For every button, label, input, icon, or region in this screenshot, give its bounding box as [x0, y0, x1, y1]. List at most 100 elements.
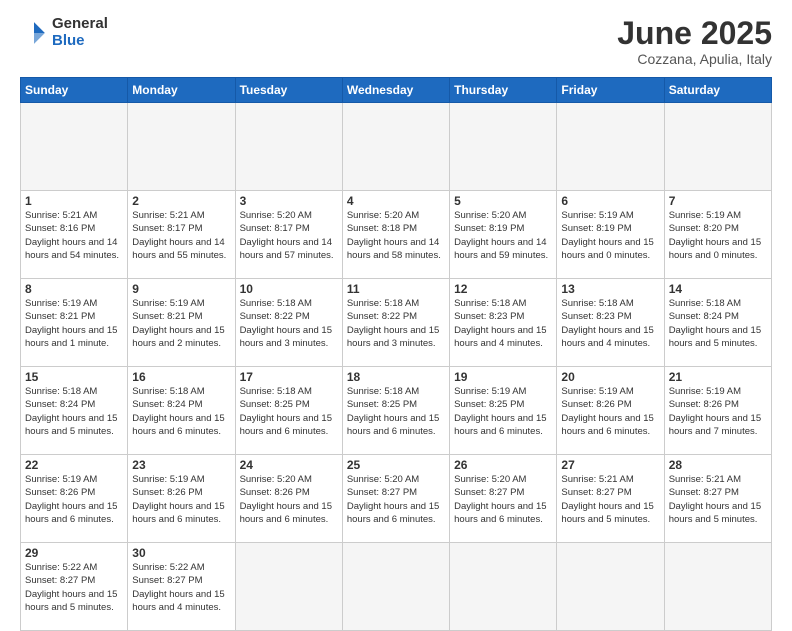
title-location: Cozzana, Apulia, Italy: [617, 51, 772, 67]
day-number: 8: [25, 282, 123, 296]
day-number: 27: [561, 458, 659, 472]
calendar-week-1: 1 Sunrise: 5:21 AM Sunset: 8:16 PM Dayli…: [21, 191, 772, 279]
day-detail: Sunrise: 5:21 AM Sunset: 8:17 PM Dayligh…: [132, 209, 230, 262]
calendar-cell: 23 Sunrise: 5:19 AM Sunset: 8:26 PM Dayl…: [128, 455, 235, 543]
calendar-cell: [664, 543, 771, 631]
day-detail: Sunrise: 5:19 AM Sunset: 8:25 PM Dayligh…: [454, 385, 552, 438]
day-detail: Sunrise: 5:20 AM Sunset: 8:19 PM Dayligh…: [454, 209, 552, 262]
day-number: 2: [132, 194, 230, 208]
day-detail: Sunrise: 5:19 AM Sunset: 8:26 PM Dayligh…: [132, 473, 230, 526]
day-detail: Sunrise: 5:19 AM Sunset: 8:26 PM Dayligh…: [25, 473, 123, 526]
calendar-cell: 3 Sunrise: 5:20 AM Sunset: 8:17 PM Dayli…: [235, 191, 342, 279]
calendar-cell: 1 Sunrise: 5:21 AM Sunset: 8:16 PM Dayli…: [21, 191, 128, 279]
day-number: 28: [669, 458, 767, 472]
calendar-week-0: [21, 103, 772, 191]
day-detail: Sunrise: 5:18 AM Sunset: 8:25 PM Dayligh…: [240, 385, 338, 438]
day-number: 26: [454, 458, 552, 472]
calendar-header-monday: Monday: [128, 78, 235, 103]
calendar-header-tuesday: Tuesday: [235, 78, 342, 103]
day-number: 23: [132, 458, 230, 472]
day-detail: Sunrise: 5:21 AM Sunset: 8:16 PM Dayligh…: [25, 209, 123, 262]
day-detail: Sunrise: 5:19 AM Sunset: 8:26 PM Dayligh…: [669, 385, 767, 438]
calendar-cell: 30 Sunrise: 5:22 AM Sunset: 8:27 PM Dayl…: [128, 543, 235, 631]
calendar-header-friday: Friday: [557, 78, 664, 103]
calendar-cell: 2 Sunrise: 5:21 AM Sunset: 8:17 PM Dayli…: [128, 191, 235, 279]
calendar-cell: [450, 543, 557, 631]
title-block: June 2025 Cozzana, Apulia, Italy: [617, 16, 772, 67]
day-number: 29: [25, 546, 123, 560]
calendar-cell: 14 Sunrise: 5:18 AM Sunset: 8:24 PM Dayl…: [664, 279, 771, 367]
day-number: 13: [561, 282, 659, 296]
calendar-header-thursday: Thursday: [450, 78, 557, 103]
calendar-header-wednesday: Wednesday: [342, 78, 449, 103]
calendar-cell: 18 Sunrise: 5:18 AM Sunset: 8:25 PM Dayl…: [342, 367, 449, 455]
calendar-cell: 13 Sunrise: 5:18 AM Sunset: 8:23 PM Dayl…: [557, 279, 664, 367]
logo-blue-text: Blue: [52, 33, 108, 50]
day-detail: Sunrise: 5:20 AM Sunset: 8:26 PM Dayligh…: [240, 473, 338, 526]
calendar-cell: 16 Sunrise: 5:18 AM Sunset: 8:24 PM Dayl…: [128, 367, 235, 455]
logo-icon: [20, 19, 48, 47]
day-detail: Sunrise: 5:19 AM Sunset: 8:20 PM Dayligh…: [669, 209, 767, 262]
day-number: 12: [454, 282, 552, 296]
day-detail: Sunrise: 5:18 AM Sunset: 8:25 PM Dayligh…: [347, 385, 445, 438]
day-detail: Sunrise: 5:19 AM Sunset: 8:21 PM Dayligh…: [25, 297, 123, 350]
calendar-cell: 25 Sunrise: 5:20 AM Sunset: 8:27 PM Dayl…: [342, 455, 449, 543]
calendar-cell: 29 Sunrise: 5:22 AM Sunset: 8:27 PM Dayl…: [21, 543, 128, 631]
day-number: 22: [25, 458, 123, 472]
day-number: 5: [454, 194, 552, 208]
calendar-week-5: 29 Sunrise: 5:22 AM Sunset: 8:27 PM Dayl…: [21, 543, 772, 631]
day-number: 9: [132, 282, 230, 296]
calendar-header-row: SundayMondayTuesdayWednesdayThursdayFrid…: [21, 78, 772, 103]
day-number: 4: [347, 194, 445, 208]
page: General Blue June 2025 Cozzana, Apulia, …: [0, 0, 792, 612]
day-number: 25: [347, 458, 445, 472]
day-number: 17: [240, 370, 338, 384]
day-detail: Sunrise: 5:18 AM Sunset: 8:23 PM Dayligh…: [561, 297, 659, 350]
calendar-cell: 24 Sunrise: 5:20 AM Sunset: 8:26 PM Dayl…: [235, 455, 342, 543]
calendar-cell: 15 Sunrise: 5:18 AM Sunset: 8:24 PM Dayl…: [21, 367, 128, 455]
day-number: 14: [669, 282, 767, 296]
calendar-cell: 8 Sunrise: 5:19 AM Sunset: 8:21 PM Dayli…: [21, 279, 128, 367]
calendar-cell: 19 Sunrise: 5:19 AM Sunset: 8:25 PM Dayl…: [450, 367, 557, 455]
calendar-header-saturday: Saturday: [664, 78, 771, 103]
day-number: 7: [669, 194, 767, 208]
calendar-cell: 26 Sunrise: 5:20 AM Sunset: 8:27 PM Dayl…: [450, 455, 557, 543]
calendar-cell: [128, 103, 235, 191]
calendar-cell: [235, 103, 342, 191]
day-detail: Sunrise: 5:20 AM Sunset: 8:18 PM Dayligh…: [347, 209, 445, 262]
day-number: 1: [25, 194, 123, 208]
day-number: 6: [561, 194, 659, 208]
calendar-cell: 5 Sunrise: 5:20 AM Sunset: 8:19 PM Dayli…: [450, 191, 557, 279]
day-number: 24: [240, 458, 338, 472]
day-detail: Sunrise: 5:18 AM Sunset: 8:22 PM Dayligh…: [240, 297, 338, 350]
day-detail: Sunrise: 5:20 AM Sunset: 8:17 PM Dayligh…: [240, 209, 338, 262]
day-detail: Sunrise: 5:18 AM Sunset: 8:22 PM Dayligh…: [347, 297, 445, 350]
calendar-table: SundayMondayTuesdayWednesdayThursdayFrid…: [20, 77, 772, 631]
day-number: 30: [132, 546, 230, 560]
calendar-cell: 27 Sunrise: 5:21 AM Sunset: 8:27 PM Dayl…: [557, 455, 664, 543]
calendar-cell: [342, 103, 449, 191]
day-number: 20: [561, 370, 659, 384]
calendar-cell: 6 Sunrise: 5:19 AM Sunset: 8:19 PM Dayli…: [557, 191, 664, 279]
calendar-week-2: 8 Sunrise: 5:19 AM Sunset: 8:21 PM Dayli…: [21, 279, 772, 367]
day-detail: Sunrise: 5:19 AM Sunset: 8:19 PM Dayligh…: [561, 209, 659, 262]
calendar-header-sunday: Sunday: [21, 78, 128, 103]
calendar-cell: 22 Sunrise: 5:19 AM Sunset: 8:26 PM Dayl…: [21, 455, 128, 543]
calendar-cell: 9 Sunrise: 5:19 AM Sunset: 8:21 PM Dayli…: [128, 279, 235, 367]
calendar-cell: 11 Sunrise: 5:18 AM Sunset: 8:22 PM Dayl…: [342, 279, 449, 367]
day-number: 21: [669, 370, 767, 384]
calendar-cell: [664, 103, 771, 191]
day-number: 18: [347, 370, 445, 384]
header: General Blue June 2025 Cozzana, Apulia, …: [20, 16, 772, 67]
day-detail: Sunrise: 5:21 AM Sunset: 8:27 PM Dayligh…: [669, 473, 767, 526]
day-detail: Sunrise: 5:18 AM Sunset: 8:24 PM Dayligh…: [669, 297, 767, 350]
calendar-week-4: 22 Sunrise: 5:19 AM Sunset: 8:26 PM Dayl…: [21, 455, 772, 543]
day-detail: Sunrise: 5:20 AM Sunset: 8:27 PM Dayligh…: [347, 473, 445, 526]
day-number: 16: [132, 370, 230, 384]
calendar-cell: 17 Sunrise: 5:18 AM Sunset: 8:25 PM Dayl…: [235, 367, 342, 455]
calendar-cell: 12 Sunrise: 5:18 AM Sunset: 8:23 PM Dayl…: [450, 279, 557, 367]
calendar-cell: [557, 543, 664, 631]
logo: General Blue: [20, 16, 108, 49]
day-detail: Sunrise: 5:19 AM Sunset: 8:21 PM Dayligh…: [132, 297, 230, 350]
calendar-cell: 10 Sunrise: 5:18 AM Sunset: 8:22 PM Dayl…: [235, 279, 342, 367]
